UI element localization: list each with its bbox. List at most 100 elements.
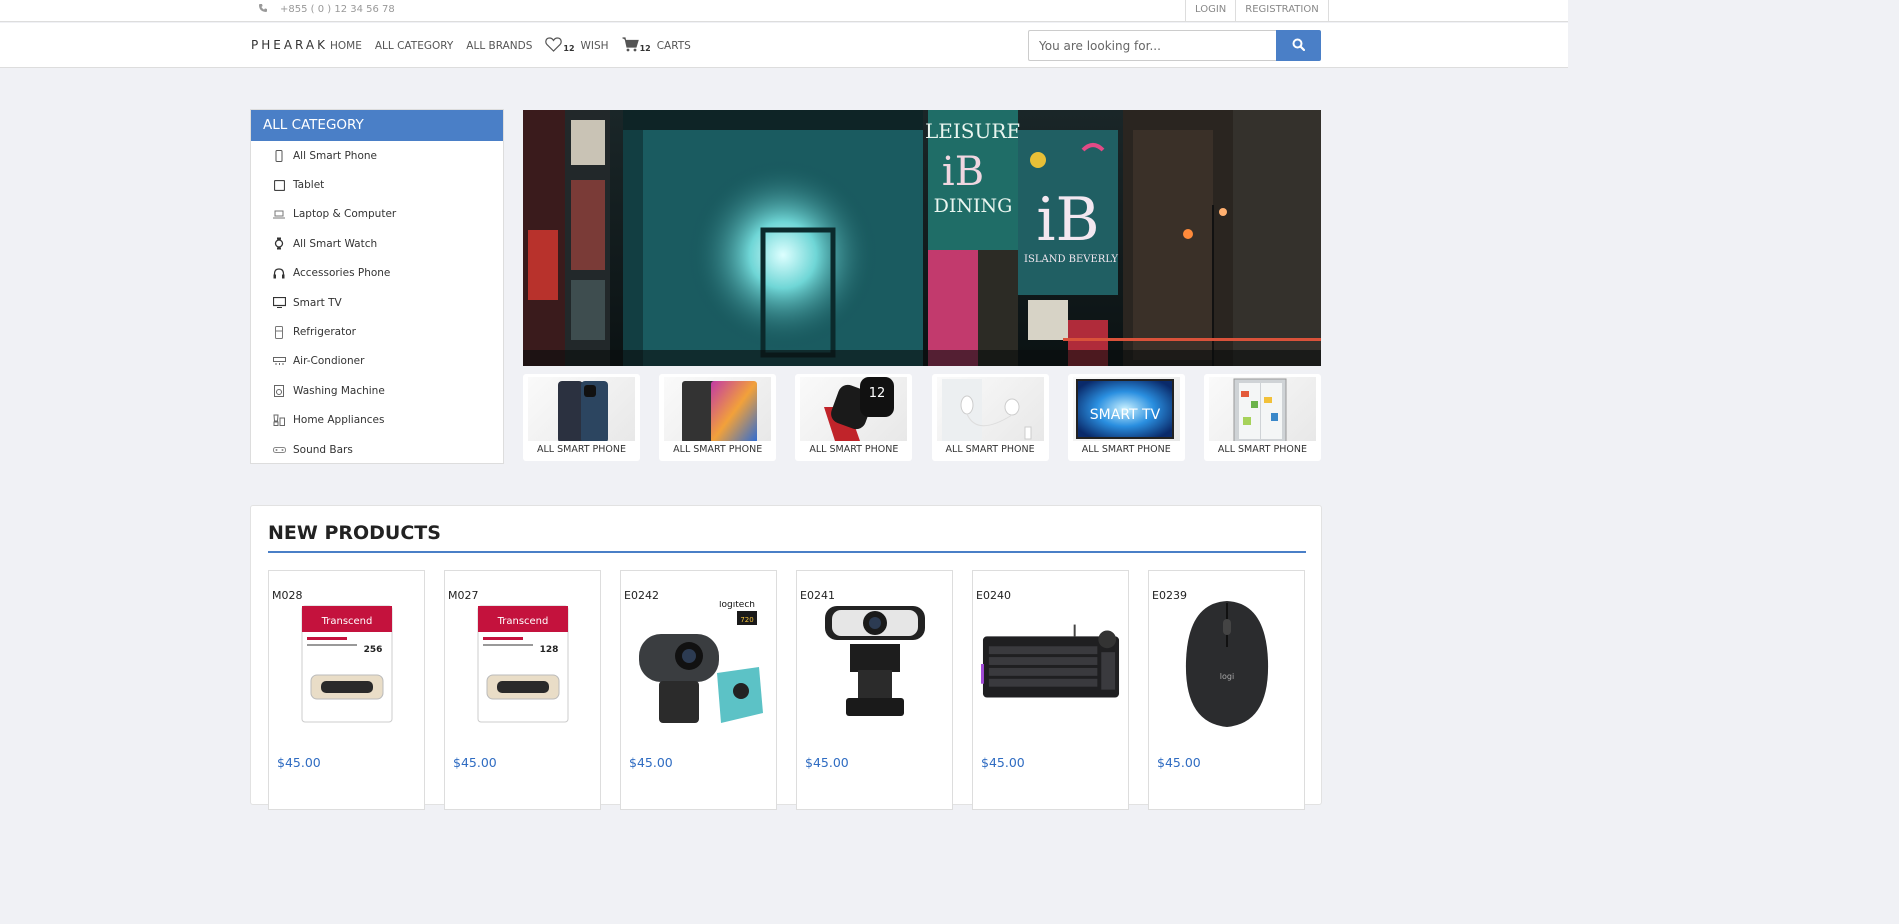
product-brand: logi — [1220, 672, 1234, 681]
category-sidebar: ALL CATEGORY All Smart Phone Tablet Lapt… — [250, 109, 504, 464]
product-brand: Transcend — [497, 616, 549, 627]
category-label: Home Appliances — [293, 414, 385, 427]
search-input[interactable] — [1028, 30, 1276, 61]
laptop-icon — [272, 207, 286, 221]
banner-sign-island: ISLAND BEVERLY — [1024, 254, 1118, 265]
cart-label: CARTS — [656, 40, 691, 52]
category-tile[interactable]: ALL SMART PHONE — [931, 374, 1049, 461]
category-tile[interactable]: 12 ALL SMART PHONE — [795, 374, 913, 461]
product-card[interactable]: E0239 logi $45.00 — [1148, 570, 1305, 810]
category-item-smartphone[interactable]: All Smart Phone — [251, 141, 503, 170]
category-tile[interactable]: ALL SMART PHONE — [659, 374, 777, 461]
phone-number: +855 ( 0 ) 12 34 56 78 — [280, 4, 395, 15]
section-title: NEW PRODUCTS — [268, 522, 441, 544]
phone-icon — [258, 3, 268, 16]
nav-wishlist[interactable]: 12 WISH — [545, 37, 609, 55]
new-products-section: NEW PRODUCTS M028 Transcend 256 $45.00 M0… — [250, 505, 1322, 810]
top-bar: +855 ( 0 ) 12 34 56 78 LOGIN REGISTRATIO… — [0, 0, 1568, 22]
category-item-air-conditioner[interactable]: Air-Condioner — [251, 347, 503, 376]
category-list: All Smart Phone Tablet Laptop & Computer… — [251, 141, 503, 464]
tablet-icon — [272, 178, 286, 192]
category-item-home-appliances[interactable]: Home Appliances — [251, 406, 503, 435]
blender-icon — [272, 413, 286, 427]
product-image-usb-drive: Transcend 256 — [277, 601, 417, 726]
air-conditioner-icon — [272, 354, 286, 368]
brand-logo[interactable]: PHEARAK — [251, 38, 328, 52]
washing-machine-icon — [272, 384, 286, 398]
category-tile[interactable]: ALL SMART PHONE — [523, 374, 640, 461]
product-image-keyboard — [981, 601, 1121, 726]
category-label: All Smart Watch — [293, 237, 378, 250]
product-capacity: 256 — [364, 645, 383, 655]
main-navbar: PHEARAK HOME ALL CATEGORY ALL BRANDS 12 … — [0, 23, 1568, 68]
contact-phone: +855 ( 0 ) 12 34 56 78 — [258, 3, 395, 16]
category-item-laptop[interactable]: Laptop & Computer — [251, 200, 503, 229]
category-label: Tablet — [293, 179, 325, 192]
category-item-sound-bars[interactable]: Sound Bars — [251, 435, 503, 464]
fridge-icon — [272, 325, 286, 339]
product-price: $45.00 — [453, 755, 497, 770]
product-image-webcam: logitech 720 — [629, 601, 769, 726]
category-item-tablet[interactable]: Tablet — [251, 170, 503, 199]
nav-all-brands[interactable]: ALL BRANDS — [466, 40, 532, 52]
category-label: Air-Condioner — [293, 355, 365, 368]
search-button[interactable] — [1276, 30, 1321, 61]
main-nav: HOME ALL CATEGORY ALL BRANDS 12 WISH 12 … — [330, 37, 704, 55]
product-image-usb-drive: Transcend 128 — [453, 601, 593, 726]
product-card[interactable]: E0241 $45.00 — [796, 570, 953, 810]
hero-banner[interactable]: LEISURE iB DINING iB ISLAND BEVERLY — [523, 110, 1321, 366]
headphones-icon — [272, 266, 286, 280]
category-label: All Smart Phone — [293, 149, 377, 162]
category-item-refrigerator[interactable]: Refrigerator — [251, 317, 503, 346]
tile-image-earphones — [936, 377, 1044, 441]
banner-sign-dining: DINING — [934, 195, 1013, 217]
soundbar-icon — [272, 443, 286, 457]
product-card[interactable]: M028 Transcend 256 $45.00 — [268, 570, 425, 810]
wish-count: 12 — [563, 43, 575, 53]
tv-icon — [272, 296, 286, 310]
tile-label: ALL SMART PHONE — [673, 444, 763, 455]
search-bar — [1028, 30, 1321, 61]
product-price: $45.00 — [1157, 755, 1201, 770]
tile-image-watch: 12 — [800, 377, 908, 441]
nav-all-category[interactable]: ALL CATEGORY — [375, 40, 453, 52]
product-card[interactable]: E0242 logitech 720 $45.00 — [620, 570, 777, 810]
product-card[interactable]: E0240 $45.00 — [972, 570, 1129, 810]
banner-sign-leisure: LEISURE — [925, 119, 1021, 143]
tile-label: ALL SMART PHONE — [809, 444, 899, 455]
nav-home[interactable]: HOME — [330, 40, 362, 52]
product-card[interactable]: M027 Transcend 128 $45.00 — [444, 570, 601, 810]
category-item-accessories[interactable]: Accessories Phone — [251, 259, 503, 288]
tv-overlay-text: SMART TV — [1090, 407, 1161, 423]
wish-label: WISH — [580, 40, 609, 52]
registration-link[interactable]: REGISTRATION — [1235, 0, 1329, 21]
heart-icon — [545, 37, 563, 55]
category-label: Washing Machine — [293, 384, 385, 397]
category-tile[interactable]: SMART TV ALL SMART PHONE — [1067, 374, 1185, 461]
category-item-smartwatch[interactable]: All Smart Watch — [251, 229, 503, 258]
auth-links: LOGIN REGISTRATION — [1185, 0, 1329, 21]
product-brand: Transcend — [321, 616, 373, 627]
tile-image-refrigerator — [1208, 377, 1316, 441]
tile-label: ALL SMART PHONE — [1217, 444, 1307, 455]
cart-count: 12 — [639, 43, 651, 53]
product-image-webcam — [805, 601, 945, 726]
tile-label: ALL SMART PHONE — [945, 444, 1035, 455]
category-label: Sound Bars — [293, 443, 353, 456]
product-image-mouse: logi — [1157, 600, 1297, 727]
category-tile[interactable]: ALL SMART PHONE — [1203, 374, 1321, 461]
svg-text:iB: iB — [942, 149, 984, 195]
product-capacity: 128 — [540, 645, 559, 655]
tile-label: ALL SMART PHONE — [536, 444, 627, 455]
tile-label: ALL SMART PHONE — [1081, 444, 1171, 455]
section-divider — [268, 551, 1306, 553]
product-price: $45.00 — [277, 755, 321, 770]
category-label: Smart TV — [293, 296, 342, 309]
category-item-smart-tv[interactable]: Smart TV — [251, 288, 503, 317]
nav-cart[interactable]: 12 CARTS — [622, 37, 691, 55]
login-link[interactable]: LOGIN — [1185, 0, 1235, 21]
category-label: Accessories Phone — [293, 267, 391, 280]
category-item-washing-machine[interactable]: Washing Machine — [251, 376, 503, 405]
search-icon — [1292, 38, 1306, 54]
tile-image-smart-tv: SMART TV — [1072, 377, 1180, 441]
